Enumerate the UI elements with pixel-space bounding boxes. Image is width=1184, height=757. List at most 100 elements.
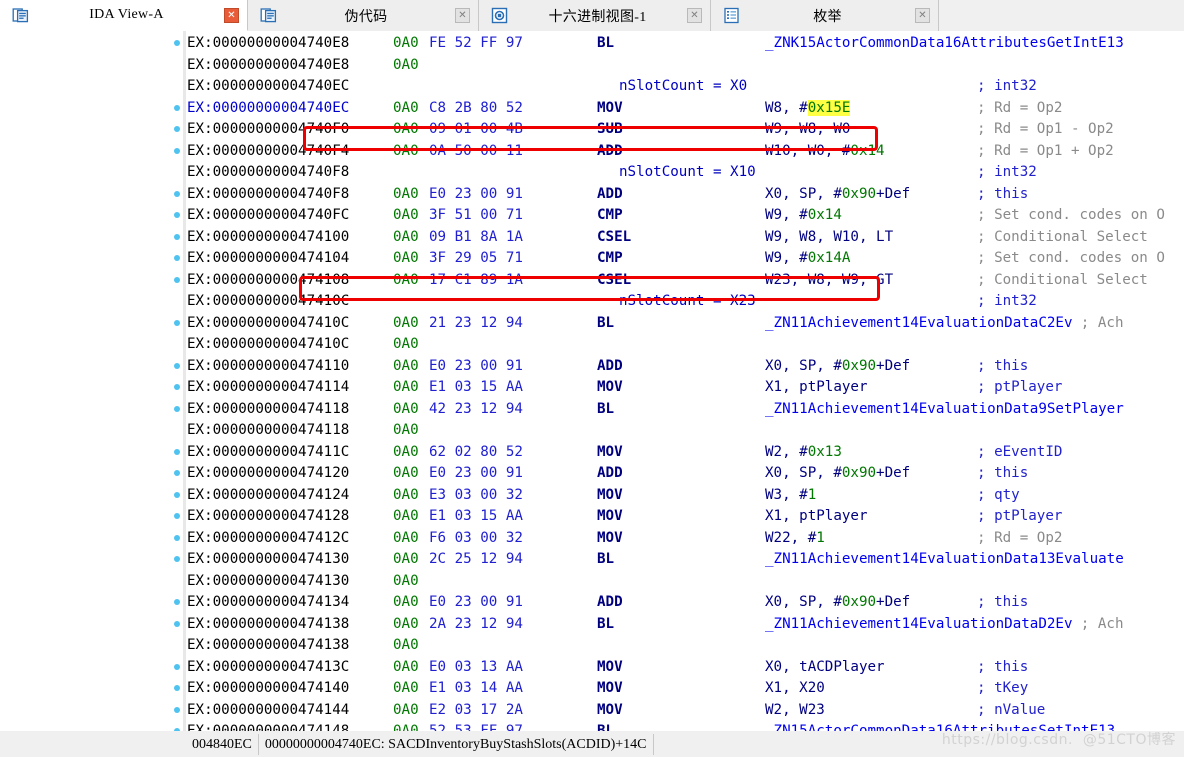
operand-text: W2, W23 xyxy=(765,701,825,718)
line-segment-byte: 0A0 xyxy=(393,486,419,503)
view-document-icon xyxy=(260,7,277,24)
line-mnemonic: MOV xyxy=(597,99,623,116)
line-address: EX:00000000004740F8 xyxy=(187,185,350,202)
line-address: EX:00000000004740FC xyxy=(187,207,350,223)
line-mnemonic: MOV xyxy=(597,701,623,718)
line-address: EX:00000000004740F0 xyxy=(187,121,350,137)
line-opcode-bytes: E1 03 14 AA xyxy=(429,680,523,696)
line-mnemonic: ADD xyxy=(597,142,623,159)
gutter-dot xyxy=(174,405,180,412)
line-comment: ; Ach xyxy=(1080,314,1124,331)
line-address: EX:0000000000474140 xyxy=(187,680,350,696)
line-operands[interactable]: W8, #0x15E xyxy=(765,97,851,119)
line-opcode-bytes: 21 23 12 94 xyxy=(429,314,523,331)
line-opcode-bytes: E0 03 13 AA xyxy=(429,658,523,675)
line-address: EX:0000000000474110 xyxy=(187,357,350,374)
line-operands[interactable]: X1, ptPlayer xyxy=(765,505,868,527)
gutter-dot xyxy=(174,599,180,605)
operand-tail: +Def xyxy=(876,594,911,610)
line-address: EX:0000000000474100 xyxy=(187,228,350,245)
line-comment: ; Set cond. codes on O xyxy=(977,207,1165,223)
close-icon[interactable]: ✕ xyxy=(224,7,239,23)
gutter-dot xyxy=(174,534,180,541)
line-address: EX:0000000000474120 xyxy=(187,465,350,481)
line-operands[interactable]: W22, #1 xyxy=(765,527,825,549)
line-operands[interactable]: X1, X20 xyxy=(765,677,825,699)
line-segment-byte: 0A0 xyxy=(393,121,419,137)
line-operands[interactable]: X1, ptPlayer xyxy=(765,376,868,398)
tab-label: 枚举 xyxy=(813,9,842,25)
line-opcode-bytes: 09 01 00 4B xyxy=(429,121,523,137)
line-operands[interactable]: W9, #0x14 xyxy=(765,204,842,226)
tab-2[interactable]: 伪代码 ✕ xyxy=(248,0,479,31)
disassembly-pane[interactable]: EX:00000000004740E8 0A0 FE 52 FF 97 BL _ZNK1… xyxy=(0,31,1184,731)
line-operands[interactable]: W2, #0x13 xyxy=(765,441,842,463)
line-mnemonic: MOV xyxy=(597,379,623,395)
line-comment: ; Ach xyxy=(1080,615,1124,632)
line-opcode-bytes: 2C 25 12 94 xyxy=(429,551,523,567)
code-listing[interactable]: EX:00000000004740E8 0A0 FE 52 FF 97 BL _ZNK1… xyxy=(187,31,1184,731)
line-operands[interactable]: X0, SP, #0x90+Def xyxy=(765,462,910,484)
line-address: EX:000000000047411C xyxy=(187,443,350,460)
line-operands[interactable]: X0, SP, #0x90+Def xyxy=(765,183,910,205)
operand-text: W9, # xyxy=(765,207,808,223)
line-operands[interactable]: W3, #1 xyxy=(765,484,816,506)
gutter-dot xyxy=(174,40,180,46)
gutter-dot xyxy=(174,685,180,691)
line-comment: ; Conditional Select xyxy=(977,228,1148,245)
line-opcode-bytes: 52 53 FF 97 xyxy=(429,723,523,731)
operand-text: W23, W8, W9, GT xyxy=(765,271,894,288)
line-segment-byte: 0A0 xyxy=(393,35,419,51)
line-address: EX:0000000000474148 xyxy=(187,723,350,731)
line-opcode-bytes: 3F 29 05 71 xyxy=(429,250,523,266)
close-icon[interactable]: ✕ xyxy=(455,8,470,23)
line-opcode-bytes: 42 23 12 94 xyxy=(429,400,523,417)
line-mnemonic: CSEL xyxy=(597,228,632,245)
line-operands[interactable]: X0, tACDPlayer xyxy=(765,656,885,678)
line-operands[interactable]: W2, W23 xyxy=(765,699,825,721)
line-operands[interactable]: W23, W8, W9, GT xyxy=(765,269,893,291)
line-address: EX:0000000000474118 xyxy=(187,400,350,417)
line-address: EX:0000000000474128 xyxy=(187,508,350,524)
tab-4[interactable]: 枚举 ✕ xyxy=(711,0,939,31)
gutter-dot xyxy=(174,448,180,455)
operand-text: W9, W8, W10, LT xyxy=(765,228,894,245)
operand-tail: +Def xyxy=(876,185,911,202)
line-comment: ; Rd = Op1 - Op2 xyxy=(977,121,1114,137)
line-operands[interactable]: W9, W8, W10, LT xyxy=(765,226,893,248)
tab-3[interactable]: 十六进制视图-1 ✕ xyxy=(479,0,711,31)
operand-text: W10, W0, # xyxy=(765,142,851,159)
line-address: EX:0000000000474130 xyxy=(187,572,350,589)
line-operands[interactable]: W9, #0x14A xyxy=(765,247,850,269)
line-mnemonic: BL xyxy=(597,314,615,331)
close-icon[interactable]: ✕ xyxy=(915,8,930,23)
line-address: EX:00000000004740EC xyxy=(187,78,350,94)
line-address: EX:0000000000474130 xyxy=(187,551,350,567)
line-segment-byte: 0A0 xyxy=(393,551,419,567)
line-operands[interactable]: X0, SP, #0x90+Def xyxy=(765,355,910,377)
line-opcode-bytes: 3F 51 00 71 xyxy=(429,207,523,223)
line-opcode-bytes: 09 B1 8A 1A xyxy=(429,228,523,245)
operand-text: X0, SP, # xyxy=(765,594,842,610)
line-address: EX:00000000004740F4 xyxy=(187,142,350,159)
line-operands[interactable]: W9, W8, W0 xyxy=(765,118,850,140)
gutter-dot xyxy=(174,362,180,369)
operand-number: 0x14 xyxy=(807,207,842,223)
line-operands[interactable]: W10, W0, #0x14 xyxy=(765,140,885,162)
line-address: EX:000000000047412C xyxy=(187,529,350,546)
line-segment-byte: 0A0 xyxy=(393,185,419,202)
gutter-dot xyxy=(174,233,180,240)
line-segment-byte: 0A0 xyxy=(393,637,419,653)
line-operands[interactable]: X0, SP, #0x90+Def xyxy=(765,591,910,613)
enum-list-icon xyxy=(723,7,740,24)
line-stack-variable: nSlotCount = X23 xyxy=(619,293,756,309)
line-opcode-bytes: E0 23 00 91 xyxy=(429,357,523,374)
line-stack-variable: nSlotCount = X0 xyxy=(619,78,748,94)
operand-text: W22, # xyxy=(765,529,817,546)
line-segment-byte: 0A0 xyxy=(393,400,419,417)
tab-label: IDA View-A xyxy=(89,7,164,22)
status-file-offset: 004840EC xyxy=(186,733,259,755)
operand-tail: +Def xyxy=(876,357,911,374)
close-icon[interactable]: ✕ xyxy=(687,8,702,23)
tab-1[interactable]: IDA View-A ✕ xyxy=(0,0,248,31)
